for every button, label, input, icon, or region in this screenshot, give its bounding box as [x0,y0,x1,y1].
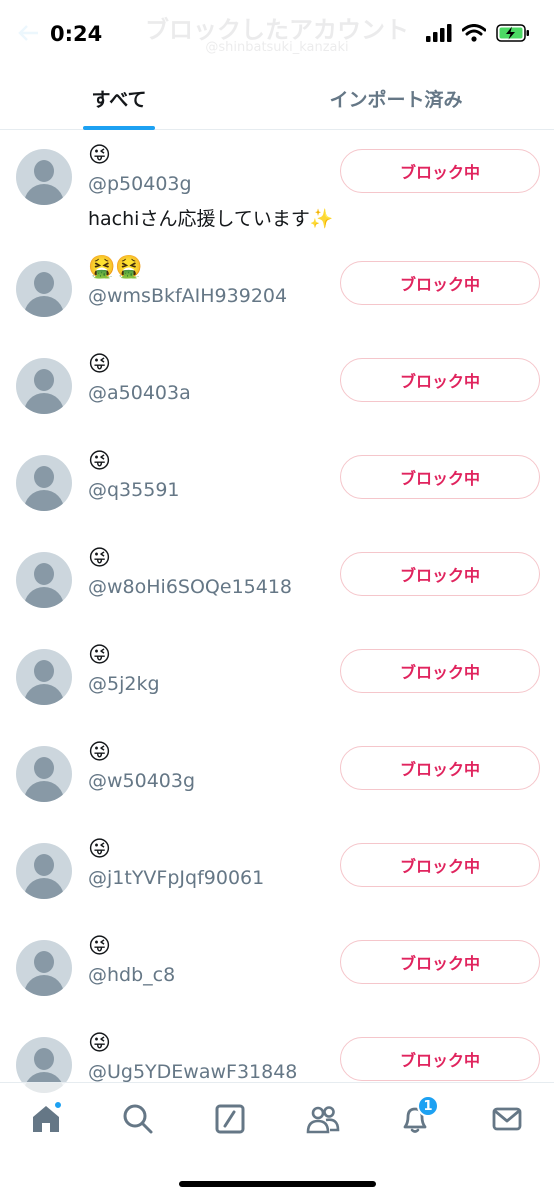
wifi-icon [461,24,487,46]
blocked-button[interactable]: ブロック中 [340,940,540,984]
display-name: 😜 [88,546,111,571]
active-tab-indicator [83,126,155,130]
list-item[interactable]: 😜 @w8oHi6SOQe15418 ブロック中 [0,534,554,631]
display-name: 😜 [88,740,111,765]
notification-badge: 1 [417,1095,439,1117]
avatar[interactable] [16,552,72,608]
avatar[interactable] [16,149,72,205]
status-icons [426,24,530,46]
blocked-button[interactable]: ブロック中 [340,649,540,693]
blocked-button[interactable]: ブロック中 [340,1037,540,1081]
communities-icon[interactable] [305,1101,341,1137]
cellular-signal-icon [426,24,452,46]
display-name: 😜 [88,837,111,862]
tab-strip: すべて インポート済み [0,68,554,130]
display-name: 🤮🤮 [88,255,143,280]
display-name: 😜 [88,143,111,168]
user-handle: @q35591 [88,479,180,501]
user-handle: @wmsBkfAIH939204 [88,285,288,307]
list-item[interactable]: 😜 @p50403g hachiさん応援しています✨ ブロック中 [0,131,554,243]
blocked-button[interactable]: ブロック中 [340,455,540,499]
tab-imported-label: インポート済み [329,89,463,111]
avatar[interactable] [16,261,72,317]
display-name: 😜 [88,449,111,474]
user-handle: @hdb_c8 [88,964,176,986]
battery-charging-icon [496,24,530,46]
home-icon[interactable] [28,1101,64,1137]
tab-all[interactable]: すべて [0,68,238,130]
tab-all-label: すべて [91,89,147,111]
status-bar: ブロックしたアカウント @shinbatsuki_kanzaki 0:24 [0,0,554,68]
mail-icon[interactable] [489,1101,525,1137]
search-icon[interactable] [120,1101,156,1137]
user-bio: hachiさん応援しています✨ [88,208,334,230]
user-handle: @w8oHi6SOQe15418 [88,576,293,598]
avatar[interactable] [16,358,72,414]
user-handle: @j1tYVFpJqf90061 [88,867,265,889]
user-handle: @w50403g [88,770,196,792]
display-name: 😜 [88,352,111,377]
blocked-button[interactable]: ブロック中 [340,358,540,402]
display-name: 😜 [88,934,111,959]
user-handle: @a50403a [88,382,191,404]
blocked-button[interactable]: ブロック中 [340,746,540,790]
blocked-button[interactable]: ブロック中 [340,843,540,887]
avatar[interactable] [16,455,72,511]
user-handle: @5j2kg [88,673,160,695]
avatar[interactable] [16,843,72,899]
user-handle: @Ug5YDEwawF31848 [88,1061,298,1083]
list-item[interactable]: 😜 @a50403a ブロック中 [0,340,554,437]
tab-imported[interactable]: インポート済み [238,68,554,129]
avatar[interactable] [16,649,72,705]
display-name: 😜 [88,1031,111,1056]
user-handle: @p50403g [88,173,192,195]
bell-icon[interactable]: 1 [397,1095,439,1137]
list-item[interactable]: 😜 @hdb_c8 ブロック中 [0,922,554,1019]
blocked-accounts-list: 😜 @p50403g hachiさん応援しています✨ ブロック中 🤮🤮 @wms… [0,131,554,1116]
list-item[interactable]: 😜 @q35591 ブロック中 [0,437,554,534]
list-item[interactable]: 😜 @j1tYVFpJqf90061 ブロック中 [0,825,554,922]
avatar[interactable] [16,940,72,996]
new-tweets-dot [54,1101,62,1109]
compose-icon[interactable] [212,1101,248,1137]
blocked-button[interactable]: ブロック中 [340,552,540,596]
home-indicator[interactable] [179,1181,376,1187]
blocked-button[interactable]: ブロック中 [340,261,540,305]
list-item[interactable]: 😜 @w50403g ブロック中 [0,728,554,825]
blocked-button[interactable]: ブロック中 [340,149,540,193]
list-item[interactable]: 🤮🤮 @wmsBkfAIH939204 ブロック中 [0,243,554,340]
status-time: 0:24 [50,22,103,46]
list-item[interactable]: 😜 @5j2kg ブロック中 [0,631,554,728]
avatar[interactable] [16,746,72,802]
display-name: 😜 [88,643,111,668]
